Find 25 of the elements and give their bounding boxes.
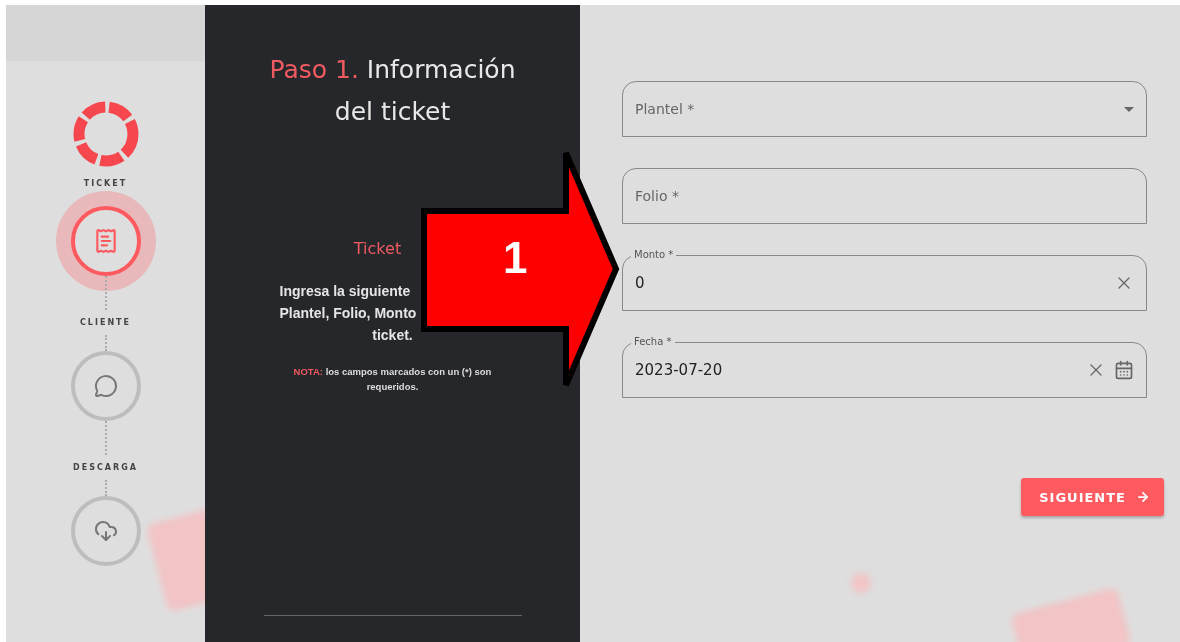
select-field[interactable]: Plantel *: [622, 81, 1147, 137]
next-button[interactable]: SIGUIENTE: [1021, 478, 1164, 516]
section-title: Ticket: [353, 239, 403, 258]
step-label: CLIENTE: [80, 318, 131, 327]
cloud-download-icon: [93, 519, 118, 543]
field-value: 2023-07-20: [635, 361, 724, 379]
step-button[interactable]: [70, 206, 141, 276]
instruction-text: ticket.: [372, 326, 413, 345]
calendar-icon[interactable]: [1114, 360, 1134, 380]
field-placeholder: Plantel *: [635, 101, 696, 117]
step-label: TICKET: [83, 179, 128, 188]
chat-icon: [93, 374, 118, 398]
instruction-text: Ingresa la siguiente: [279, 282, 411, 301]
field-label: Fecha *: [631, 335, 675, 348]
note-text: NOTA: los campos marcados con un (*) son requeridos.: [292, 365, 493, 394]
background-shape: [851, 573, 871, 593]
annotation-number: 1: [503, 233, 528, 283]
input-field[interactable]: Folio *: [622, 168, 1147, 224]
dropdown-caret-icon[interactable]: [1124, 106, 1134, 112]
field-label: Monto *: [631, 248, 677, 261]
step-label: DESCARGA: [73, 463, 138, 472]
step-title: Paso 1. Información del ticket: [269, 54, 516, 128]
instruction-text: Plantel, Folio, Monto: [279, 304, 417, 323]
field-value: 0: [635, 274, 646, 292]
field-placeholder: Folio *: [635, 188, 680, 204]
